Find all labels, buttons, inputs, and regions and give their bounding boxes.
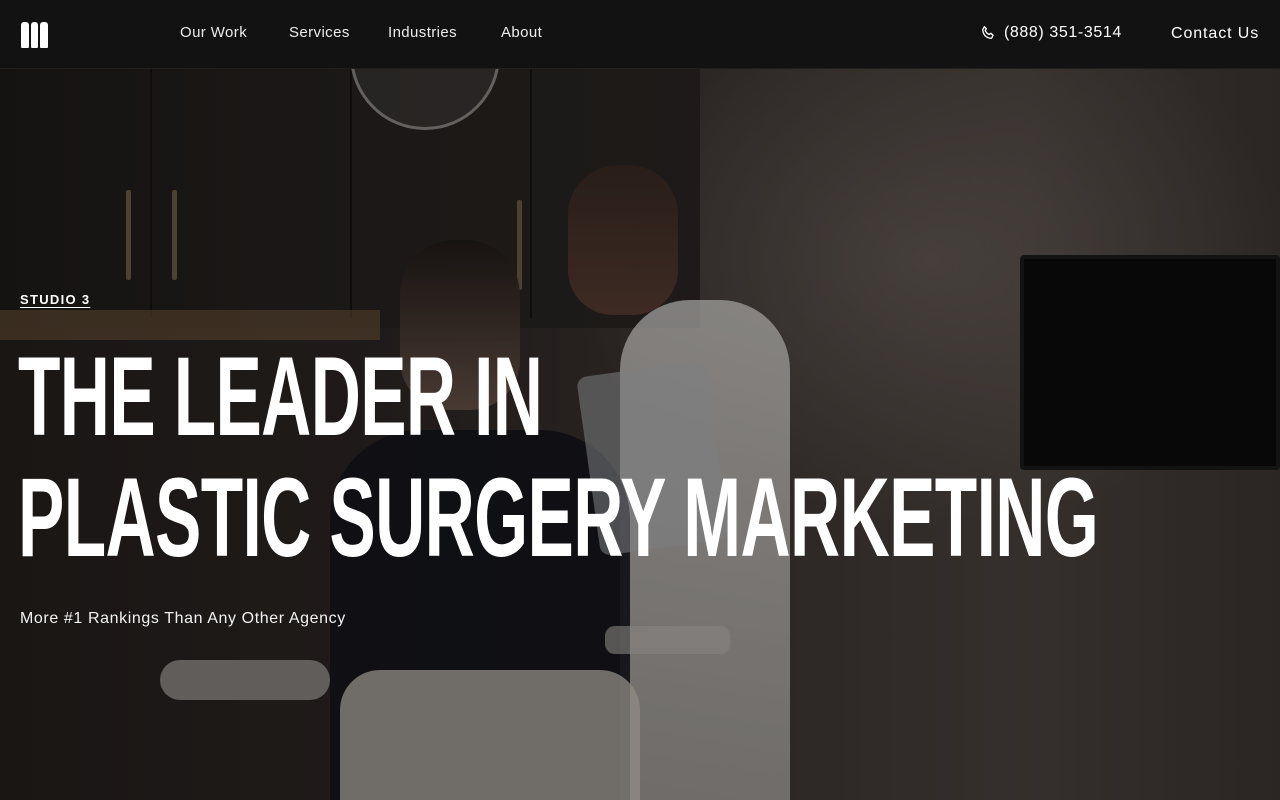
phone-link[interactable]: (888) 351-3514 [980,24,1122,42]
logo-bar [40,22,48,48]
phone-number: (888) 351-3514 [1004,24,1122,41]
hero-headline: THE LEADER IN PLASTIC SURGERY MARKETING [18,334,1099,580]
hero-eyebrow-link[interactable]: STUDIO 3 [20,292,90,307]
logo-bar [21,22,29,48]
headline-line-1: THE LEADER IN [18,334,543,459]
studio3-logo-icon[interactable] [21,22,48,48]
logo-bar [30,22,38,48]
top-navbar: Our Work Services Industries About (888)… [0,0,1280,69]
nav-industries[interactable]: Industries [388,24,457,41]
nav-our-work[interactable]: Our Work [180,24,247,41]
phone-icon [982,26,994,39]
nav-about[interactable]: About [501,24,542,41]
nav-services[interactable]: Services [289,24,350,41]
contact-us-link[interactable]: Contact Us [1171,25,1259,43]
headline-line-2: PLASTIC SURGERY MARKETING [18,455,1099,580]
hero-subheading: More #1 Rankings Than Any Other Agency [20,610,346,627]
